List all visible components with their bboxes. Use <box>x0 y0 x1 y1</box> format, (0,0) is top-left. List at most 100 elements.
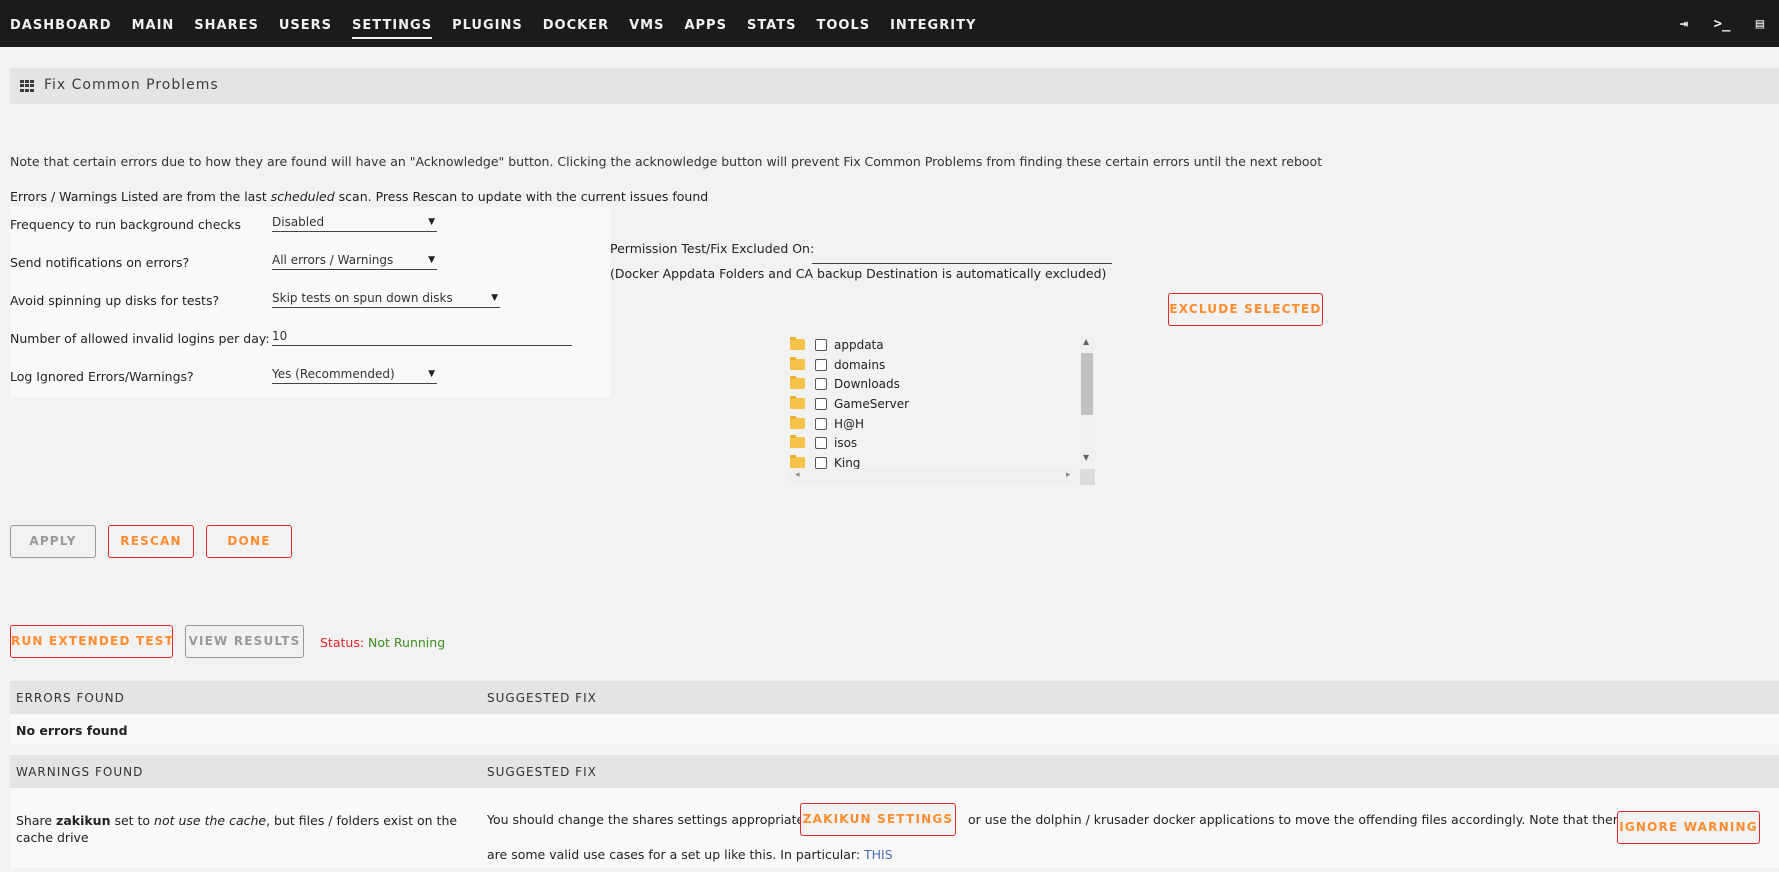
scan-info-emph: scheduled <box>270 189 335 204</box>
folder-item-downloads: Downloads <box>788 375 1078 395</box>
nav-stats[interactable]: STATS <box>737 0 807 47</box>
done-button[interactable]: DONE <box>206 525 292 558</box>
fix-text-prefix: You should change the shares settings ap… <box>487 812 816 827</box>
horizontal-scrollbar[interactable]: ◂ ▸ <box>788 469 1078 483</box>
scroll-up-icon[interactable]: ▲ <box>1083 337 1089 346</box>
chevron-down-icon: ▼ <box>428 369 435 379</box>
folder-checkbox[interactable] <box>815 358 827 371</box>
frequency-value: Disabled <box>272 215 325 229</box>
scan-info: Errors / Warnings Listed are from the la… <box>10 189 708 204</box>
folder-checkbox[interactable] <box>815 339 827 351</box>
settings-form: Frequency to run background checks Disab… <box>10 207 610 397</box>
folder-icon <box>790 435 805 449</box>
nav-tools[interactable]: TOOLS <box>806 0 880 47</box>
scrollbar-thumb[interactable] <box>1081 353 1093 415</box>
exclude-selected-button[interactable]: EXCLUDE SELECTED <box>1168 293 1323 326</box>
logins-input[interactable]: 10 <box>272 321 572 346</box>
nav-vms[interactable]: VMS <box>619 0 674 47</box>
view-results-button[interactable]: VIEW RESULTS <box>185 625 304 658</box>
folder-label: Downloads <box>834 377 900 392</box>
nav-integrity[interactable]: INTEGRITY <box>880 0 986 47</box>
run-extended-test-button[interactable]: RUN EXTENDED TEST <box>10 625 173 658</box>
errors-table-header: ERRORS FOUND SUGGESTED FIX <box>10 681 1779 714</box>
top-icons: ⇥ >_ ▤ <box>1665 0 1779 47</box>
scan-info-prefix: Errors / Warnings Listed are from the la… <box>10 189 271 204</box>
folder-item-isos: isos <box>788 434 1078 454</box>
warnings-suggested-fix-header: SUGGESTED FIX <box>487 765 597 779</box>
folder-checkbox[interactable] <box>815 417 827 430</box>
log-ignored-label: Log Ignored Errors/Warnings? <box>10 369 194 384</box>
status: Status: Not Running <box>320 635 445 650</box>
scroll-left-icon[interactable]: ◂ <box>795 470 800 480</box>
warning-emph: not use the cache <box>154 813 267 828</box>
errors-table-row: No errors found <box>10 714 1779 744</box>
folder-checkbox[interactable] <box>815 437 827 450</box>
permission-excluded-input[interactable] <box>812 263 1112 264</box>
nav-settings[interactable]: SETTINGS <box>342 0 442 47</box>
acknowledge-note: Note that certain errors due to how they… <box>10 154 1323 169</box>
status-label: Status: <box>320 635 365 650</box>
scroll-down-icon[interactable]: ▼ <box>1083 453 1089 462</box>
errors-found-header: ERRORS FOUND <box>16 691 125 705</box>
share-settings-button[interactable]: ZAKIKUN SETTINGS <box>800 803 956 836</box>
nav-apps[interactable]: APPS <box>674 0 736 47</box>
nav-plugins[interactable]: PLUGINS <box>442 0 533 47</box>
fix-text-second-line: are some valid use cases for a set up li… <box>487 847 893 862</box>
folder-checkbox[interactable] <box>815 378 827 391</box>
status-value: Not Running <box>368 635 446 650</box>
folder-label: GameServer <box>834 397 910 412</box>
apply-button[interactable]: APPLY <box>10 525 96 558</box>
nav-docker[interactable]: DOCKER <box>533 0 619 47</box>
main-nav: DASHBOARD MAIN SHARES USERS SETTINGS PLU… <box>0 0 986 47</box>
chevron-down-icon: ▼ <box>428 255 435 265</box>
folder-icon <box>790 356 805 370</box>
spinning-label: Avoid spinning up disks for tests? <box>10 293 220 308</box>
terminal-icon[interactable]: >_ <box>1703 16 1741 32</box>
warnings-found-header: WARNINGS FOUND <box>16 765 144 779</box>
ignore-warning-button[interactable]: IGNORE WARNING <box>1617 811 1760 844</box>
warning-mid: set to <box>110 813 155 828</box>
nav-main[interactable]: MAIN <box>122 0 185 47</box>
folder-checkbox[interactable] <box>815 457 827 470</box>
folder-label: domains <box>834 357 886 372</box>
notifications-value: All errors / Warnings <box>272 253 394 267</box>
top-navigation-bar: DASHBOARD MAIN SHARES USERS SETTINGS PLU… <box>0 0 1779 47</box>
folder-checkbox[interactable] <box>815 398 827 411</box>
frequency-select[interactable]: Disabled ▼ <box>272 207 437 232</box>
folder-tree: appdata domains Downloads GameServer H@H… <box>788 336 1095 486</box>
spinning-select[interactable]: Skip tests on spun down disks ▼ <box>272 283 500 308</box>
notifications-label: Send notifications on errors? <box>10 255 190 270</box>
warning-share-name: zakikun <box>56 813 111 828</box>
vertical-scrollbar[interactable]: ▲ ▼ <box>1080 336 1094 466</box>
this-link[interactable]: THIS <box>864 847 893 862</box>
feedback-icon[interactable]: ▤ <box>1741 16 1779 32</box>
fix-text-line2: are some valid use cases for a set up li… <box>487 847 865 862</box>
errors-suggested-fix-header: SUGGESTED FIX <box>487 691 597 705</box>
nav-users[interactable]: USERS <box>269 0 342 47</box>
logins-value: 10 <box>272 329 288 343</box>
frequency-label: Frequency to run background checks <box>10 217 242 232</box>
logins-label: Number of allowed invalid logins per day… <box>10 331 270 346</box>
log-ignored-select[interactable]: Yes (Recommended) ▼ <box>272 359 437 384</box>
scrollbar-corner <box>1080 469 1095 485</box>
warnings-table-header: WARNINGS FOUND SUGGESTED FIX <box>10 755 1779 788</box>
logout-icon[interactable]: ⇥ <box>1665 16 1703 32</box>
spinning-value: Skip tests on spun down disks <box>272 291 453 305</box>
folder-icon <box>790 415 805 429</box>
rescan-button[interactable]: RESCAN <box>108 525 194 558</box>
scroll-right-icon[interactable]: ▸ <box>1066 470 1071 480</box>
folder-item-gameserver: GameServer <box>788 395 1078 415</box>
warning-description: Share zakikun set to not use the cache, … <box>16 812 476 846</box>
folder-label: appdata <box>834 338 884 352</box>
notifications-select[interactable]: All errors / Warnings ▼ <box>272 245 437 270</box>
page-title-bar: Fix Common Problems <box>10 68 1779 104</box>
nav-shares[interactable]: SHARES <box>184 0 269 47</box>
page-title: Fix Common Problems <box>44 77 219 93</box>
folder-icon <box>790 337 805 350</box>
scan-info-suffix: scan. Press Rescan to update with the cu… <box>334 189 709 204</box>
permission-note: (Docker Appdata Folders and CA backup De… <box>610 266 1107 281</box>
nav-dashboard[interactable]: DASHBOARD <box>0 0 122 47</box>
folder-icon <box>790 396 805 410</box>
folder-label: H@H <box>834 416 865 431</box>
folder-item-domains: domains <box>788 356 1078 376</box>
